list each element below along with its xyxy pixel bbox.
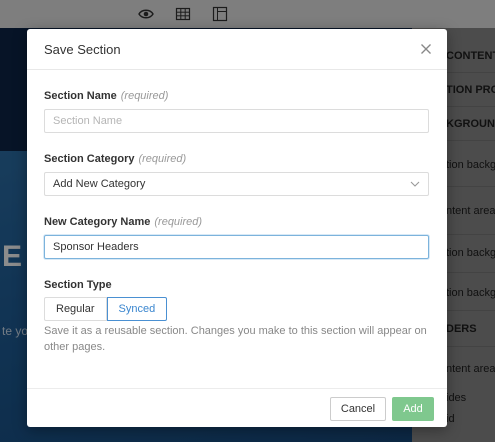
section-type-label: Section Type [44, 279, 112, 291]
new-category-label: New Category Name (required) [44, 216, 203, 228]
required-hint: (required) [120, 90, 169, 102]
section-category-label: Section Category (required) [44, 153, 187, 165]
dialog-header: Save Section [27, 29, 447, 70]
section-type-regular-button[interactable]: Regular [44, 297, 107, 321]
required-hint: (required) [138, 153, 187, 165]
section-category-select[interactable]: Add New Category [44, 172, 429, 196]
section-type-synced-button[interactable]: Synced [106, 297, 168, 321]
save-section-dialog: Save Section Section Name (required) Sect… [27, 29, 447, 427]
section-name-label: Section Name (required) [44, 90, 169, 102]
section-name-input[interactable] [44, 109, 429, 133]
section-type-help: Save it as a reusable section. Changes y… [44, 325, 427, 353]
cancel-button[interactable]: Cancel [330, 397, 386, 421]
section-type-toggle: Regular Synced [44, 297, 168, 321]
chevron-down-icon [410, 181, 420, 187]
dialog-footer: Cancel Add [27, 388, 447, 427]
close-icon[interactable] [416, 39, 436, 59]
dialog-title: Save Section [44, 42, 121, 57]
new-category-input[interactable] [44, 235, 429, 259]
section-category-value: Add New Category [53, 178, 146, 190]
add-button[interactable]: Add [392, 397, 434, 421]
required-hint: (required) [154, 216, 203, 228]
